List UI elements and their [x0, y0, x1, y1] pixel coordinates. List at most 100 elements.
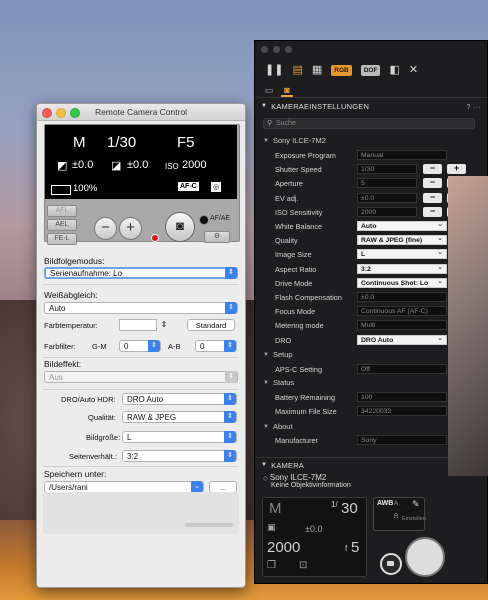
increment-button[interactable]: +: [447, 164, 466, 175]
lcd-focus-mode: AF-C: [178, 182, 199, 191]
camera-controls: AFL AEL FE-L − + ◙ AF/AE ⚙: [44, 202, 238, 245]
setting-select[interactable]: L: [357, 248, 447, 260]
panel-tabs: ▭ ◙: [255, 85, 487, 98]
select-arrows-icon: ⇕: [225, 302, 237, 314]
log-area: [43, 492, 239, 534]
pause-icon[interactable]: ❚❚: [265, 64, 283, 76]
select-arrows-icon: ⇕: [225, 371, 237, 383]
gm-select[interactable]: 0 ⇕: [119, 340, 161, 352]
setting-value[interactable]: ±0.0: [357, 192, 417, 203]
dro-select[interactable]: DRO Auto ⇕: [122, 393, 237, 405]
video-tab-icon[interactable]: ▭: [263, 85, 275, 97]
ab-select[interactable]: 0 ⇕: [195, 340, 237, 352]
decrement-button[interactable]: −: [423, 178, 442, 189]
stepper-icon[interactable]: ⇕: [159, 319, 169, 331]
camera-shutter-button[interactable]: ◙: [165, 212, 195, 242]
ev-icon: ▣: [267, 522, 276, 532]
remote-camera-window: Remote Camera Control M 1/30 F5 ◩ ±0.0 ◪…: [36, 103, 246, 588]
status-group-header[interactable]: ▼ Status: [263, 378, 294, 387]
setting-select[interactable]: RAW & JPEG (fine): [357, 234, 447, 246]
tools-icon[interactable]: ✕: [409, 64, 418, 76]
dof-button[interactable]: DOF: [360, 64, 381, 76]
search-placeholder: Suche: [276, 120, 296, 127]
chevron-down-icon: ▼: [263, 137, 269, 144]
chevron-down-icon: ▼: [263, 379, 269, 386]
window-controls: [261, 46, 292, 53]
white-balance-select[interactable]: Auto ⇕: [44, 302, 238, 314]
plus-button[interactable]: +: [119, 217, 142, 240]
setup-group-header[interactable]: ▼ Setup: [263, 350, 293, 359]
quality-select[interactable]: RAW & JPEG ⇕: [122, 411, 237, 423]
record-video-button[interactable]: [380, 553, 402, 575]
lcd-iso: 2000: [182, 159, 207, 171]
resize-handle[interactable]: [185, 523, 233, 527]
camera-info: ◇ Sony ILCE-7M2 Keine Objektivinformatio…: [263, 473, 351, 489]
lcd-flash-comp: ±0.0: [127, 159, 149, 171]
zoom-button[interactable]: [70, 108, 80, 118]
afae-label: AF/AE: [210, 215, 231, 222]
settings-section-header[interactable]: ▼ KAMERAEINSTELLUNGEN ? ···: [255, 100, 487, 112]
setting-row: Shutter Speed 1/30− +: [275, 163, 483, 176]
select-arrows-icon: ⇕: [224, 393, 236, 405]
setting-select[interactable]: DRO Auto: [357, 334, 447, 345]
camera-group-header[interactable]: ▼ Sony ILCE-7M2: [263, 136, 326, 145]
grid-icon[interactable]: ▦: [312, 64, 322, 76]
lcd-ev: ±0.0: [72, 159, 94, 171]
lcd-mode: M: [73, 134, 86, 151]
eyedropper-icon[interactable]: ✎: [412, 499, 420, 510]
setting-select[interactable]: Continuous Shot: Lo: [357, 277, 447, 288]
title-bar: Remote Camera Control: [37, 104, 245, 121]
chevron-down-icon: ▼: [261, 462, 268, 468]
setting-value[interactable]: 1/30: [357, 164, 417, 175]
chevron-down-icon: ▼: [261, 103, 268, 109]
picture-effect-select[interactable]: Aus ⇕: [44, 371, 238, 383]
settings-gear-icon[interactable]: ⚙: [204, 231, 230, 243]
select-arrows-icon: ⇕: [224, 340, 236, 352]
minimize-button[interactable]: [273, 46, 280, 53]
zoom-button[interactable]: [285, 46, 292, 53]
chevron-down-icon: ▼: [263, 351, 269, 358]
about-group-header[interactable]: ▼ About: [263, 422, 293, 431]
drive-mode-select[interactable]: Serienaufnahme: Lo ⇕: [44, 267, 238, 279]
record-icon[interactable]: [151, 234, 159, 242]
aspect-ratio-select[interactable]: 3:2 ⇕: [122, 450, 237, 462]
setting-value[interactable]: 5: [357, 178, 417, 189]
decrement-button[interactable]: −: [423, 206, 442, 217]
fel-button[interactable]: FE-L: [47, 233, 77, 245]
minimize-button[interactable]: [56, 108, 66, 118]
minus-button[interactable]: −: [94, 217, 117, 240]
decrement-button[interactable]: −: [423, 164, 442, 175]
image-size-select[interactable]: L ⇕: [122, 431, 237, 443]
lcd-shutter: 1/30: [107, 134, 137, 151]
help-icon[interactable]: ?: [466, 102, 470, 111]
lcd-battery: 100%: [73, 183, 98, 194]
rgb-button[interactable]: RGB: [331, 64, 352, 76]
white-balance-box[interactable]: AWB A R ✎ Einstellen: [373, 497, 426, 531]
ael-button[interactable]: AEL: [47, 219, 77, 231]
setting-row: Exposure Program Manual: [275, 149, 483, 162]
search-input[interactable]: ⚲ Suche: [263, 118, 475, 129]
lcd-aperture: F5: [177, 134, 195, 151]
more-icon[interactable]: ···: [473, 102, 481, 111]
camera-status-display: M 1/ 30 ▣ ±0.0 2000 f 5 ❐ ⊡: [262, 497, 367, 577]
film-strip-icon[interactable]: ▤: [292, 64, 302, 76]
exposure-icon[interactable]: ◧: [389, 64, 399, 76]
camera-tab-icon[interactable]: ◙: [281, 85, 293, 97]
decrement-button[interactable]: −: [423, 192, 442, 203]
color-temp-input[interactable]: [119, 319, 157, 331]
setting-select[interactable]: 3:2: [357, 263, 447, 274]
select-arrows-icon: ⇕: [224, 411, 236, 423]
shutter-button[interactable]: [405, 537, 445, 577]
select-arrows-icon: ⇕: [148, 340, 160, 352]
close-button[interactable]: [42, 108, 52, 118]
standard-button[interactable]: Standard: [187, 319, 235, 331]
afae-indicator[interactable]: [199, 215, 209, 225]
search-icon: ⚲: [267, 120, 273, 127]
live-preview: [448, 176, 488, 476]
setting-value[interactable]: 2000: [357, 206, 417, 217]
close-button[interactable]: [261, 46, 268, 53]
setting-value: Continuous AF (AF-C): [357, 306, 447, 317]
select-arrows-icon: ⇕: [224, 450, 236, 462]
afl-button[interactable]: AFL: [47, 205, 77, 217]
setting-select[interactable]: Auto: [357, 220, 447, 231]
